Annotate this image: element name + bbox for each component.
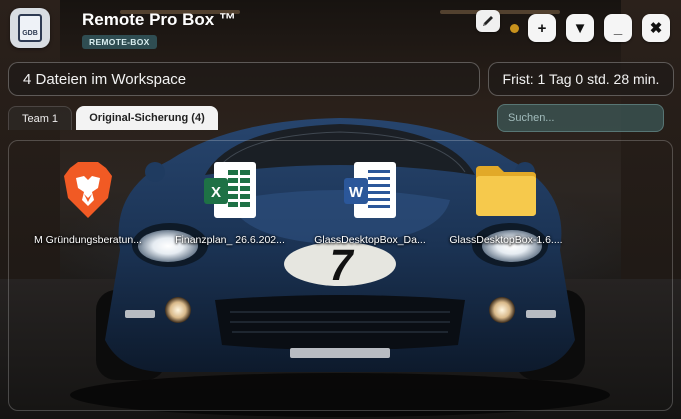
file-name: Finanzplan_ 26.6.202... bbox=[175, 234, 285, 246]
workspace-count-bar: 4 Dateien im Workspace bbox=[8, 62, 480, 96]
file-item[interactable]: M Gründungsberatun... bbox=[24, 158, 152, 246]
svg-text:W: W bbox=[349, 184, 364, 201]
file-name: GlassDesktopBox-1.6.... bbox=[449, 234, 563, 246]
add-button[interactable]: + bbox=[528, 14, 556, 42]
box-type-badge: REMOTE-BOX bbox=[82, 35, 157, 49]
app-logo: GDB bbox=[10, 8, 50, 48]
window-title: Remote Pro Box ™ bbox=[82, 10, 236, 29]
tab-team-1[interactable]: Team 1 bbox=[8, 106, 72, 130]
close-button[interactable]: ✖ bbox=[642, 14, 670, 42]
dropdown-button[interactable]: ▼ bbox=[566, 14, 594, 42]
status-dot bbox=[510, 24, 519, 33]
file-name: GlassDesktopBox_Da... bbox=[314, 234, 426, 246]
brave-browser-icon bbox=[56, 158, 120, 222]
file-item[interactable]: GlassDesktopBox-1.6.... bbox=[442, 158, 570, 246]
tab-original-sicherung[interactable]: Original-Sicherung (4) bbox=[76, 106, 218, 130]
file-name: M Gründungsberatun... bbox=[34, 234, 142, 246]
pencil-icon bbox=[483, 16, 493, 26]
remote-box-window: 7 GDB Remote Pro Box ™ REMOTE-BOX + ▼ _ … bbox=[0, 0, 681, 419]
edit-button[interactable] bbox=[476, 10, 500, 32]
file-item[interactable]: W GlassDesktopBox_Da... bbox=[306, 158, 434, 246]
minimize-button[interactable]: _ bbox=[604, 14, 632, 42]
logo-text: GDB bbox=[18, 14, 42, 42]
svg-text:X: X bbox=[211, 184, 221, 201]
excel-icon: X bbox=[198, 158, 262, 222]
folder-icon bbox=[474, 158, 538, 222]
search-input[interactable] bbox=[497, 104, 664, 132]
word-icon: W bbox=[338, 158, 402, 222]
deadline-bar: Frist: 1 Tag 0 std. 28 min. bbox=[488, 62, 674, 96]
file-item[interactable]: X Finanzplan_ 26.6.202... bbox=[166, 158, 294, 246]
